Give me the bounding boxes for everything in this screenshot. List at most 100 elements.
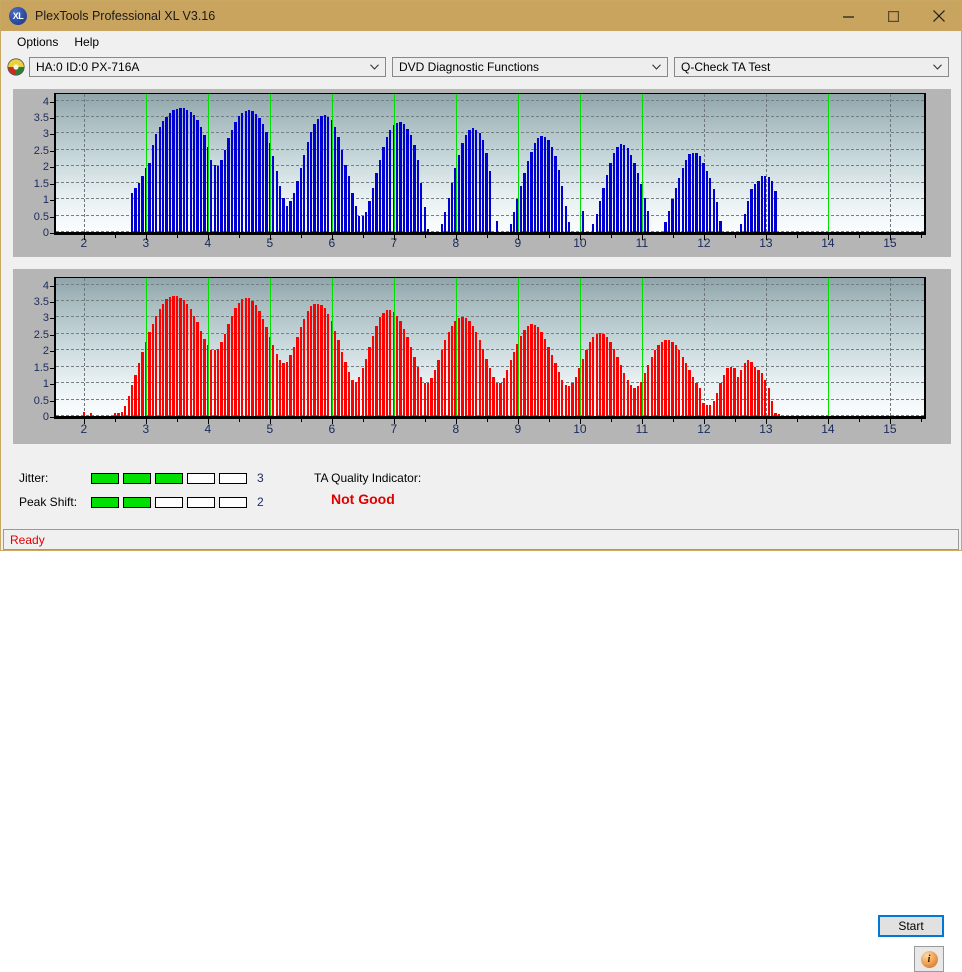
chart-bar xyxy=(306,310,309,416)
chart-bar xyxy=(543,338,547,416)
x-axis-tick xyxy=(145,235,147,240)
x-axis-minor-tick xyxy=(548,235,550,238)
xl-logo-icon: XL xyxy=(9,7,27,25)
chart-bar xyxy=(451,182,454,232)
chart-bar xyxy=(306,141,309,232)
menu-item-options[interactable]: Options xyxy=(9,33,66,51)
chart-bar xyxy=(540,332,543,416)
x-axis-tick xyxy=(393,235,395,240)
x-axis-minor-tick xyxy=(362,419,364,422)
x-axis-minor-tick xyxy=(672,235,674,238)
y-axis-label: 2.5 xyxy=(33,328,49,341)
drive-select[interactable]: HA:0 ID:0 PX-716A xyxy=(29,57,386,77)
test-select[interactable]: Q-Check TA Test xyxy=(674,57,949,77)
y-axis-tick xyxy=(50,384,54,386)
chart-bar xyxy=(316,118,320,232)
x-axis-tick xyxy=(827,419,829,424)
window-title: PlexTools Professional XL V3.16 xyxy=(35,9,216,23)
chart-bar xyxy=(733,368,736,416)
menu-item-help[interactable]: Help xyxy=(66,33,107,51)
chart-bar xyxy=(275,171,278,232)
chart-bar xyxy=(743,213,746,232)
start-button[interactable]: Start xyxy=(878,915,944,937)
chart-bar xyxy=(272,345,275,416)
chart-bar xyxy=(361,368,364,416)
chart-bar xyxy=(502,378,505,416)
chart-bar xyxy=(757,181,760,232)
chart-bar xyxy=(182,300,185,416)
jitter-value: 3 xyxy=(257,471,264,485)
x-axis-minor-tick xyxy=(238,235,240,238)
chart-bar xyxy=(124,406,127,416)
chart-bar xyxy=(165,299,168,416)
chart-bar xyxy=(588,342,591,416)
function-select[interactable]: DVD Diagnostic Functions xyxy=(392,57,668,77)
chart-bar xyxy=(492,376,495,416)
chart-bar xyxy=(478,340,481,416)
peak-shift-row: Peak Shift: 2 xyxy=(19,495,264,509)
chart-bar xyxy=(512,212,516,232)
status-bar: Ready xyxy=(3,529,959,550)
chart-bar xyxy=(237,302,241,416)
chart-bar xyxy=(148,332,151,416)
window-controls xyxy=(826,1,961,31)
chart-bar xyxy=(592,223,595,232)
chart-bar xyxy=(554,156,557,232)
chart-bar xyxy=(420,182,423,232)
chart-bar xyxy=(678,350,681,416)
chart-bar xyxy=(416,366,419,416)
y-axis-tick xyxy=(50,351,54,353)
chart-bar xyxy=(726,368,729,416)
chart-bar xyxy=(571,383,574,416)
y-axis-tick xyxy=(50,367,54,369)
chart-bar xyxy=(709,404,712,416)
chart-bar xyxy=(605,337,609,416)
chart-bar xyxy=(265,327,268,416)
chart-bar xyxy=(561,186,564,232)
x-axis-minor-tick xyxy=(734,419,736,422)
chart-bar xyxy=(402,123,406,232)
maximize-icon[interactable] xyxy=(871,1,916,31)
x-axis-tick xyxy=(331,235,333,240)
x-axis-tick xyxy=(269,419,271,424)
chart-marker-line xyxy=(579,278,581,416)
chart-bar xyxy=(261,123,265,232)
chart-bar xyxy=(633,163,636,232)
chart-bar xyxy=(719,220,722,232)
y-axis-tick xyxy=(50,233,54,234)
chart-bar xyxy=(309,305,313,416)
chart-bar xyxy=(275,353,278,416)
chart-bar xyxy=(691,152,695,232)
chart-bar xyxy=(131,384,134,416)
x-axis-minor-tick xyxy=(734,235,736,238)
chart-bar xyxy=(155,134,158,232)
peak-shift-meter-segment xyxy=(123,496,151,508)
y-axis-tick xyxy=(50,417,54,418)
chart-bar xyxy=(347,176,351,232)
minimize-icon[interactable] xyxy=(826,1,871,31)
x-axis-tick xyxy=(83,419,85,424)
chart-bar xyxy=(612,153,616,232)
chart-bar xyxy=(523,329,526,416)
chart-marker-line xyxy=(517,94,519,232)
chart-bar xyxy=(334,126,337,232)
info-button[interactable]: i xyxy=(914,946,944,972)
chart-bar xyxy=(623,373,626,416)
chart-bar xyxy=(468,130,471,232)
chart-bar xyxy=(334,330,337,416)
y-axis-label: 0 xyxy=(42,411,49,423)
chart-bar xyxy=(320,304,323,416)
chart-bar xyxy=(395,315,399,416)
chart-bar xyxy=(488,171,492,232)
jitter-chart-bars xyxy=(56,94,924,232)
chart-bar xyxy=(220,160,223,232)
chart-bar xyxy=(137,182,141,232)
x-axis-minor-tick xyxy=(424,419,426,422)
chart-bar xyxy=(461,317,464,416)
chart-bar xyxy=(399,321,402,416)
peak-shift-chart-plot-area xyxy=(54,277,926,419)
close-icon[interactable] xyxy=(916,1,961,31)
chart-bar xyxy=(213,164,216,232)
chart-bar xyxy=(289,200,292,232)
x-axis-label: 14 xyxy=(821,422,835,436)
